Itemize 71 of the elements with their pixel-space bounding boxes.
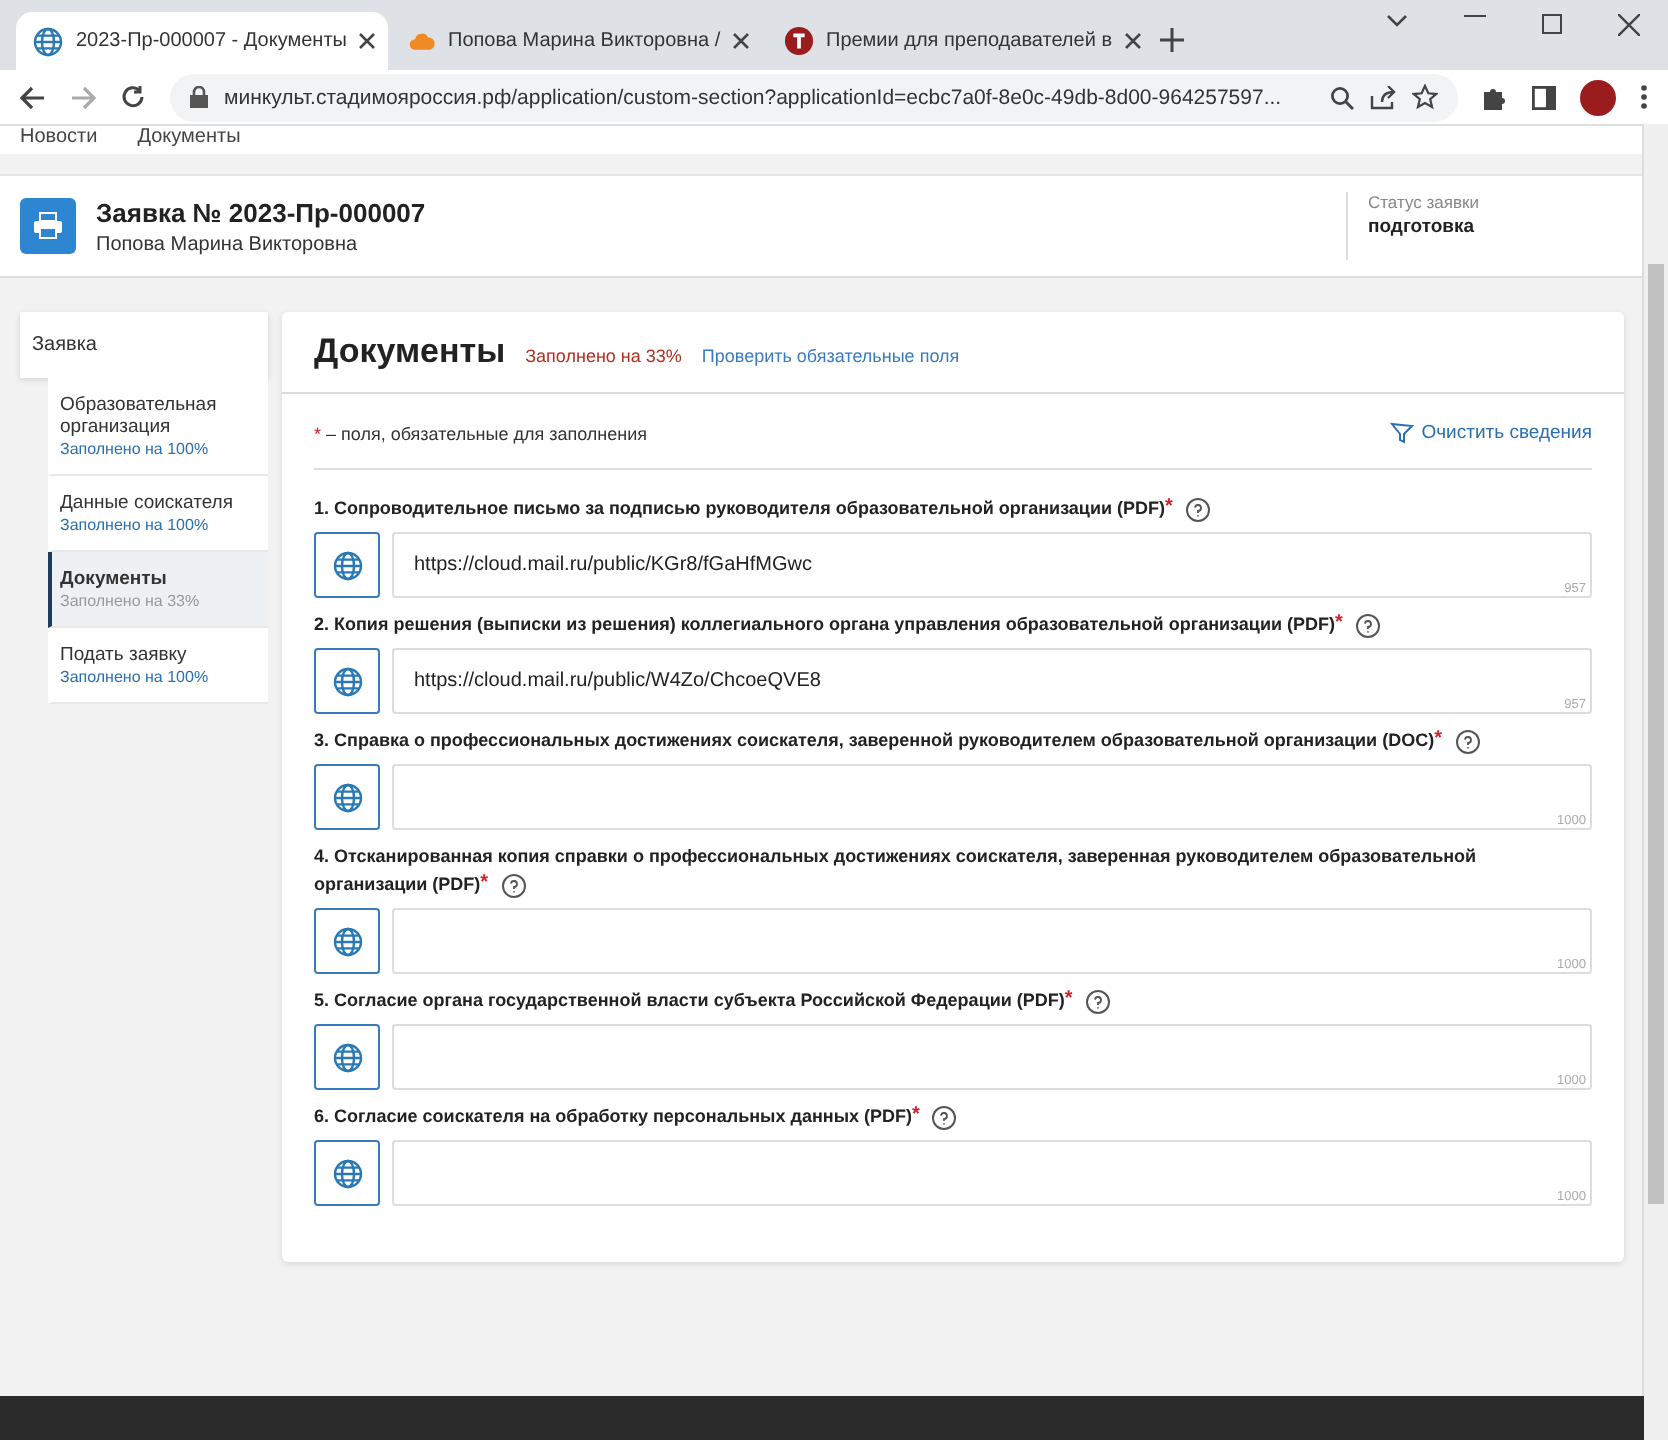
applicant-name: Попова Марина Викторовна xyxy=(96,233,360,255)
printer-icon xyxy=(20,198,76,254)
maximize-icon[interactable] xyxy=(1542,14,1562,34)
globe-icon xyxy=(32,25,64,57)
browser-tab[interactable]: Премии для преподавателей в xyxy=(768,12,1140,70)
field-label: 4. Отсканированная копия справки о профессиональных достижениях соискателя, заверенная руководителем образовательной организации (PDF)* xyxy=(314,844,1479,898)
help-icon[interactable] xyxy=(1355,613,1380,638)
new-tab-icon[interactable] xyxy=(1160,28,1184,52)
browser-tab[interactable]: 2023-Пр-000007 - Документы xyxy=(16,12,388,70)
sidebar-title: Заявка xyxy=(20,312,268,378)
field-label: 3. Справка о профессиональных достижениях соискателя, заверенной руководителем образовательной организации (DOC)* xyxy=(314,726,1592,754)
close-icon[interactable] xyxy=(732,32,751,50)
url-field[interactable] xyxy=(392,1024,1592,1090)
close-icon[interactable] xyxy=(1124,32,1143,50)
breadcrumb-link[interactable]: Новости xyxy=(20,126,98,154)
required-note: * – поля, обязательные для заполнения xyxy=(314,423,648,443)
chevron-down-icon[interactable] xyxy=(1386,14,1408,28)
sidebar-icon[interactable] xyxy=(1532,85,1556,109)
close-icon[interactable] xyxy=(358,32,377,50)
help-icon[interactable] xyxy=(1185,497,1210,522)
lock-icon xyxy=(190,86,208,108)
link-button[interactable] xyxy=(314,764,380,830)
browser-tab[interactable]: Попова Марина Викторовна / xyxy=(392,12,764,70)
progress-text: Заполнено на 33% xyxy=(525,346,682,366)
globe-icon xyxy=(331,549,363,581)
globe-icon xyxy=(331,1041,363,1073)
funnel-icon xyxy=(1389,422,1414,444)
globe-icon xyxy=(331,665,363,697)
help-icon[interactable] xyxy=(932,1105,957,1130)
puzzle-icon[interactable] xyxy=(1482,84,1508,110)
reload-icon[interactable] xyxy=(120,84,146,110)
minimize-icon[interactable] xyxy=(1464,14,1486,18)
field-label: 1. Сопроводительное письмо за подписью руководителя образовательной организации (PDF)* xyxy=(314,494,1592,522)
sidebar-item[interactable]: Данные соискателя Заполнено на 100% xyxy=(48,476,268,552)
application-title: Заявка № 2023-Пр-000007 xyxy=(96,197,426,227)
address-bar[interactable]: минкульт.стадимояроссия.рф/application/custom-section?applicationId=ecbc7a0f-8e0c-49db-8d00-964257597... xyxy=(170,73,1458,121)
link-button[interactable] xyxy=(314,648,380,714)
globe-icon xyxy=(331,925,363,957)
url-field[interactable] xyxy=(392,764,1592,830)
profile-avatar[interactable] xyxy=(1580,79,1616,115)
url-field[interactable] xyxy=(392,1140,1592,1206)
search-icon[interactable] xyxy=(1330,85,1354,109)
star-icon[interactable] xyxy=(1412,84,1438,110)
url-field[interactable] xyxy=(392,908,1592,974)
help-icon[interactable] xyxy=(501,873,526,898)
back-icon[interactable] xyxy=(20,85,46,109)
status-value: подготовка xyxy=(1368,216,1477,238)
emblem-icon xyxy=(784,26,814,56)
status-label: Статус заявки xyxy=(1368,192,1481,212)
help-icon[interactable] xyxy=(1085,989,1110,1014)
check-fields-link[interactable]: Проверить обязательные поля xyxy=(701,346,960,366)
help-icon[interactable] xyxy=(1455,729,1479,754)
link-button[interactable] xyxy=(314,1024,380,1090)
sidebar-item[interactable]: Подать заявку Заполнено на 100% xyxy=(48,628,268,704)
clear-button[interactable]: Очистить сведения xyxy=(1389,422,1592,444)
sidebar-item[interactable]: Образовательная организация Заполнено на 100% xyxy=(48,378,268,476)
close-icon[interactable] xyxy=(1618,14,1640,36)
link-button[interactable] xyxy=(314,532,380,598)
menu-icon[interactable] xyxy=(1640,84,1648,110)
globe-icon xyxy=(331,1157,363,1189)
field-label: 6. Согласие соискателя на обработку персональных данных (PDF)* xyxy=(314,1102,1592,1130)
link-button[interactable] xyxy=(314,1140,380,1206)
field-label: 2. Копия решения (выписки из решения) коллегиального органа управления образовательной организации (PDF)* xyxy=(314,610,1592,638)
globe-icon xyxy=(331,781,363,813)
cloud-icon xyxy=(408,30,436,52)
share-icon[interactable] xyxy=(1370,85,1396,109)
link-button[interactable] xyxy=(314,908,380,974)
breadcrumb-link[interactable]: Документы xyxy=(137,126,241,154)
sidebar-item[interactable]: Документы Заполнено на 33% xyxy=(48,552,268,628)
field-label: 5. Согласие органа государственной власти субъекта Российской Федерации (PDF)* xyxy=(314,986,1592,1014)
section-title: Документы xyxy=(314,332,506,372)
